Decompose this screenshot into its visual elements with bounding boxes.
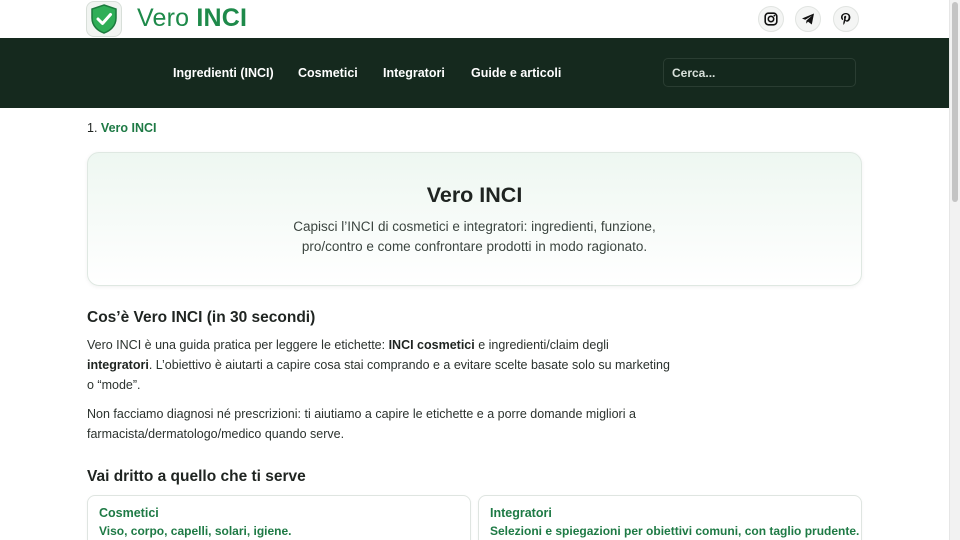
site-header: Vero INCI	[0, 0, 949, 38]
breadcrumb: 1. Vero INCI	[87, 121, 157, 135]
breadcrumb-number: 1.	[87, 121, 98, 135]
brand-name-part1: Vero	[137, 4, 190, 32]
hero-description: Capisci l’INCI di cosmetici e integrator…	[88, 217, 861, 257]
about-paragraph-1: Vero INCI è una guida pratica per legger…	[87, 335, 687, 395]
page-scrollbar[interactable]	[949, 0, 960, 540]
hero-box: Vero INCI Capisci l’INCI di cosmetici e …	[87, 152, 862, 286]
hero-description-line2: pro/contro e come confrontare prodotti i…	[301, 239, 648, 254]
shield-check-icon	[91, 4, 117, 34]
nav-item-ingredienti[interactable]: Ingredienti (INCI)	[173, 66, 274, 80]
card-title: Integratori	[490, 506, 552, 520]
about-p1-text: o “mode”.	[87, 378, 141, 392]
nav-item-guide[interactable]: Guide e articoli	[471, 66, 561, 80]
about-p1-bold: integratori	[87, 358, 149, 372]
card-cosmetici[interactable]: Cosmetici Viso, corpo, capelli, solari, …	[87, 495, 471, 540]
card-integratori[interactable]: Integratori Selezioni e spiegazioni per …	[478, 495, 862, 540]
brand-name-part2: INCI	[196, 4, 248, 32]
about-p1-text: . L’obiettivo è aiutarti a capire cosa s…	[148, 358, 670, 372]
about-p1-bold: INCI cosmetici	[388, 338, 475, 352]
page-title: Vero INCI	[426, 183, 523, 207]
telegram-link[interactable]	[795, 6, 821, 32]
about-p1-text: Vero INCI è una guida pratica per legger…	[87, 338, 389, 352]
search-input[interactable]	[663, 58, 856, 87]
main-nav: Ingredienti (INCI) Cosmetici Integratori…	[0, 38, 949, 108]
instagram-icon	[764, 12, 778, 26]
logo[interactable]	[86, 1, 122, 37]
pinterest-link[interactable]	[833, 6, 859, 32]
hero-description-line1: Capisci l’INCI di cosmetici e integrator…	[293, 219, 656, 234]
card-description: Viso, corpo, capelli, solari, igiene.	[99, 524, 292, 538]
telegram-icon	[802, 13, 814, 25]
breadcrumb-current[interactable]: Vero INCI	[101, 121, 157, 135]
card-title: Cosmetici	[99, 506, 159, 520]
about-paragraph-2: Non facciamo diagnosi né prescrizioni: t…	[87, 404, 687, 444]
brand-name[interactable]: Vero INCI	[137, 4, 247, 33]
nav-item-cosmetici[interactable]: Cosmetici	[298, 66, 358, 80]
instagram-link[interactable]	[758, 6, 784, 32]
nav-item-integratori[interactable]: Integratori	[383, 66, 445, 80]
scrollbar-thumb[interactable]	[952, 2, 958, 202]
about-p1-text: e ingredienti/claim degli	[474, 338, 609, 352]
about-p2-line1: Non facciamo diagnosi né prescrizioni: t…	[87, 407, 636, 421]
about-p2-line2: farmacista/dermatologo/medico quando ser…	[87, 427, 345, 441]
card-description: Selezioni e spiegazioni per obiettivi co…	[490, 524, 860, 538]
quick-links-heading: Vai dritto a quello che ti serve	[87, 468, 306, 485]
pinterest-icon	[841, 13, 851, 25]
about-heading: Cos’è Vero INCI (in 30 secondi)	[87, 309, 316, 326]
